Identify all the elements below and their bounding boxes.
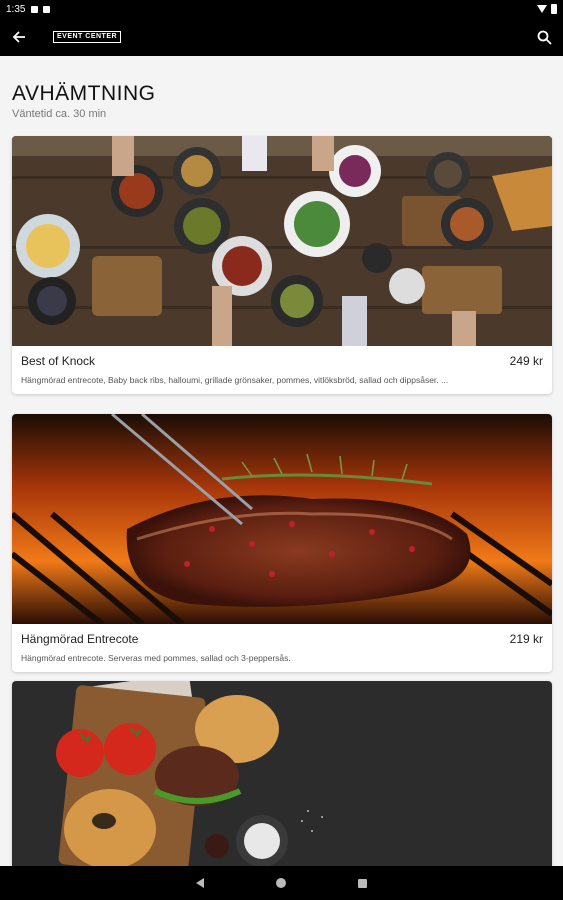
item-price: 219 kr — [509, 632, 543, 646]
menu-item-card[interactable] — [12, 681, 552, 866]
notification-icon — [31, 5, 39, 13]
item-name: Best of Knock — [21, 354, 96, 368]
app-logo: EVENT CENTER — [53, 31, 122, 43]
back-button[interactable] — [1, 18, 37, 56]
item-name: Hängmörad Entrecote — [21, 632, 139, 646]
food-image — [12, 414, 552, 624]
status-bar: 1:35 — [0, 0, 563, 18]
content-area: AVHÄMTNING Väntetid ca. 30 min Best of K… — [0, 56, 563, 866]
item-description: Hängmörad entrecote. Serveras med pommes… — [21, 653, 291, 663]
food-image — [12, 681, 552, 866]
status-time: 1:35 — [6, 3, 26, 15]
wifi-icon — [537, 5, 547, 13]
search-button[interactable] — [526, 18, 562, 56]
app-bar: EVENT CENTER — [0, 18, 563, 56]
menu-item-card[interactable]: Hängmörad Entrecote 219 kr Hängmörad ent… — [12, 414, 552, 672]
arrow-left-icon — [12, 31, 25, 43]
nav-back-icon[interactable] — [196, 878, 204, 888]
nav-home-icon[interactable] — [276, 878, 286, 888]
search-icon — [537, 30, 552, 45]
menu-item-card[interactable]: Best of Knock 249 kr Hängmörad entrecote… — [12, 136, 552, 394]
nav-recents-icon[interactable] — [358, 878, 367, 888]
battery-icon — [551, 4, 557, 14]
message-icon — [43, 5, 51, 13]
food-image — [12, 136, 552, 346]
wait-time-subtitle: Väntetid ca. 30 min — [12, 108, 107, 120]
item-description: Hängmörad entrecote, Baby back ribs, hal… — [21, 375, 449, 385]
system-nav-bar — [0, 866, 563, 900]
page-title: AVHÄMTNING — [12, 82, 156, 105]
item-price: 249 kr — [509, 354, 543, 368]
